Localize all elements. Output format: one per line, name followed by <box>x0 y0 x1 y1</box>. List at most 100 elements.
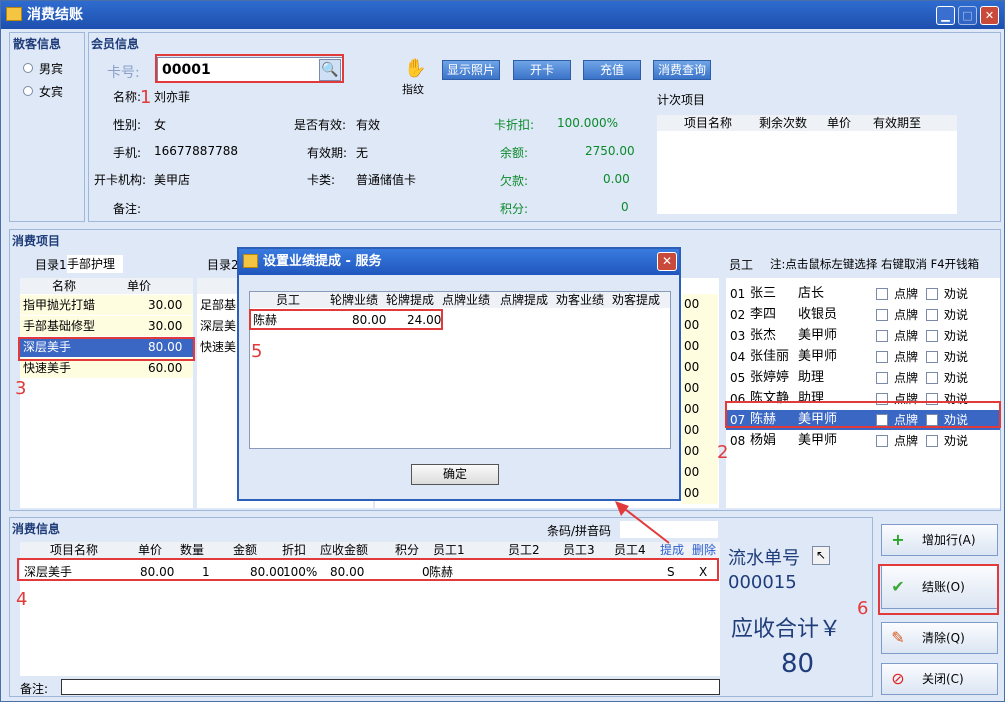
highlight-dialog-row <box>249 309 443 330</box>
note-label: 备注: <box>113 202 142 216</box>
staff-name: 张佳丽 <box>750 349 790 364</box>
shuo-checkbox[interactable] <box>926 435 938 447</box>
count-col-expiry: 有效期至 <box>873 115 922 131</box>
dialog-col-1: 轮牌业绩 <box>330 292 379 308</box>
item-list-3-price: 00 <box>684 402 700 416</box>
item-col-price: 单价 <box>127 278 152 294</box>
marker-4: 4 <box>16 589 28 610</box>
shuo-checkbox[interactable] <box>926 351 938 363</box>
checkout-window: 消费结账 ▁ □ ✕ 散客信息 男宾 女宾 会员信息 卡号: 00001 🔍 ✋… <box>0 0 1005 702</box>
close-button[interactable]: ⊘ 关闭(C) <box>881 663 998 695</box>
shuo-checkbox[interactable] <box>926 309 938 321</box>
item-list-2-name[interactable]: 足部基 <box>200 295 236 315</box>
staff-id: 01 <box>730 287 746 301</box>
item-row-2[interactable]: 手部基础修型 30.00 <box>20 316 193 336</box>
count-col-name: 项目名称 <box>684 115 733 131</box>
cursor-icon[interactable]: ↖ <box>812 546 830 565</box>
female-radio[interactable] <box>23 86 33 96</box>
dialog-title: 设置业绩提成 - 服务 <box>263 254 382 269</box>
window-title: 消费结账 <box>27 7 83 23</box>
col-staff2: 员工2 <box>508 542 540 558</box>
dialog-app-icon <box>243 254 258 268</box>
pai-checkbox[interactable] <box>876 351 888 363</box>
pai-checkbox[interactable] <box>876 330 888 342</box>
cat1-select[interactable]: 手部护理 <box>67 255 123 273</box>
pai-checkbox[interactable] <box>876 435 888 447</box>
card-type-label: 卡类: <box>307 173 336 187</box>
staff-row[interactable]: 08 杨娟 美甲师 点牌 劝说 <box>726 431 1000 451</box>
staff-header: 员工 <box>729 258 754 272</box>
dialog-ok-button[interactable]: 确定 <box>411 464 499 485</box>
consume-query-button[interactable]: 消费查询 <box>653 60 711 80</box>
staff-row[interactable]: 03 张杰 美甲师 点牌 劝说 <box>726 326 1000 346</box>
info-note-label: 备注: <box>20 682 49 696</box>
staff-id: 03 <box>730 329 746 343</box>
col-amount: 金额 <box>233 542 258 558</box>
name-value: 刘亦菲 <box>154 90 191 104</box>
col-staff1: 员工1 <box>433 542 465 558</box>
item-name: 手部基础修型 <box>23 319 96 333</box>
staff-note: 注:点击鼠标左键选择 右键取消 F4开钱箱 <box>770 257 980 271</box>
item-list-3-price: 00 <box>684 360 700 374</box>
item-list-2-name[interactable]: 快速美 <box>200 337 236 357</box>
item-list-3-price-column: 00 00 00 00 00 00 00 00 00 00 <box>682 294 718 504</box>
cat1-label: 目录1 <box>35 258 67 272</box>
pai-label: 点牌 <box>894 329 919 343</box>
clear-button[interactable]: ✎ 清除(Q) <box>881 622 998 654</box>
dialog-close-icon[interactable]: ✕ <box>657 252 677 271</box>
pai-checkbox[interactable] <box>876 309 888 321</box>
pai-checkbox[interactable] <box>876 288 888 300</box>
cat2-label: 目录2 <box>207 258 239 272</box>
pai-label: 点牌 <box>894 350 919 364</box>
serial-value: 000015 <box>728 572 797 593</box>
maximize-button[interactable]: □ <box>958 6 977 25</box>
valid-label: 是否有效: <box>294 118 347 132</box>
open-card-button[interactable]: 开卡 <box>513 60 571 80</box>
pai-checkbox[interactable] <box>876 372 888 384</box>
item-list-3-price: 00 <box>684 318 700 332</box>
info-note-input[interactable] <box>61 679 720 695</box>
card-type-value: 普通储值卡 <box>356 173 417 187</box>
col-staff3: 员工3 <box>563 542 595 558</box>
col-delete[interactable]: 删除 <box>692 542 717 558</box>
marker-5: 5 <box>251 341 263 362</box>
dialog-col-6: 劝客提成 <box>612 292 661 308</box>
staff-row[interactable]: 04 张佳丽 美甲师 点牌 劝说 <box>726 347 1000 367</box>
item-name: 指甲抛光打蜡 <box>23 298 96 312</box>
gender-value: 女 <box>154 118 167 132</box>
marker-6: 6 <box>857 598 869 619</box>
close-window-button[interactable]: ✕ <box>980 6 999 25</box>
plus-icon: + <box>891 530 905 549</box>
add-row-button[interactable]: + 增加行(A) <box>881 524 998 556</box>
dialog-col-3: 点牌业绩 <box>442 292 491 308</box>
minimize-button[interactable]: ▁ <box>936 6 955 25</box>
male-radio[interactable] <box>23 63 33 73</box>
commission-dialog: 设置业绩提成 - 服务 ✕ 员工 轮牌业绩 轮牌提成 点牌业绩 点牌提成 劝客业绩 劝客提成… <box>237 247 681 501</box>
dialog-col-5: 劝客业绩 <box>556 292 605 308</box>
item-list-3-price: 00 <box>684 465 700 479</box>
staff-id: 02 <box>730 308 746 322</box>
staff-row[interactable]: 01 张三 店长 点牌 劝说 <box>726 284 1000 304</box>
fingerprint-icon[interactable]: ✋ <box>404 59 426 81</box>
shuo-checkbox[interactable] <box>926 288 938 300</box>
shuo-checkbox[interactable] <box>926 372 938 384</box>
staff-row[interactable]: 05 张婷婷 助理 点牌 劝说 <box>726 368 1000 388</box>
item-row-4[interactable]: 快速美手 60.00 <box>20 358 193 378</box>
item-price: 60.00 <box>148 361 183 375</box>
staff-id: 05 <box>730 371 746 385</box>
staff-row[interactable]: 02 李四 收银员 点牌 劝说 <box>726 305 1000 325</box>
staff-id: 08 <box>730 434 746 448</box>
shuo-checkbox[interactable] <box>926 330 938 342</box>
recharge-button[interactable]: 充值 <box>583 60 641 80</box>
item-list-2-name[interactable]: 深层美 <box>200 316 236 336</box>
arrow-line <box>620 505 670 544</box>
add-row-label: 增加行(A) <box>922 533 976 547</box>
item-list-3-price: 00 <box>684 297 700 311</box>
close-label: 关闭(C) <box>922 672 964 686</box>
total-value: 80 <box>781 649 815 679</box>
col-price: 单价 <box>138 542 163 558</box>
shuo-label: 劝说 <box>944 371 969 385</box>
item-row-1[interactable]: 指甲抛光打蜡 30.00 <box>20 295 193 315</box>
balance-label: 余额: <box>500 146 529 160</box>
show-photo-button[interactable]: 显示照片 <box>442 60 500 80</box>
